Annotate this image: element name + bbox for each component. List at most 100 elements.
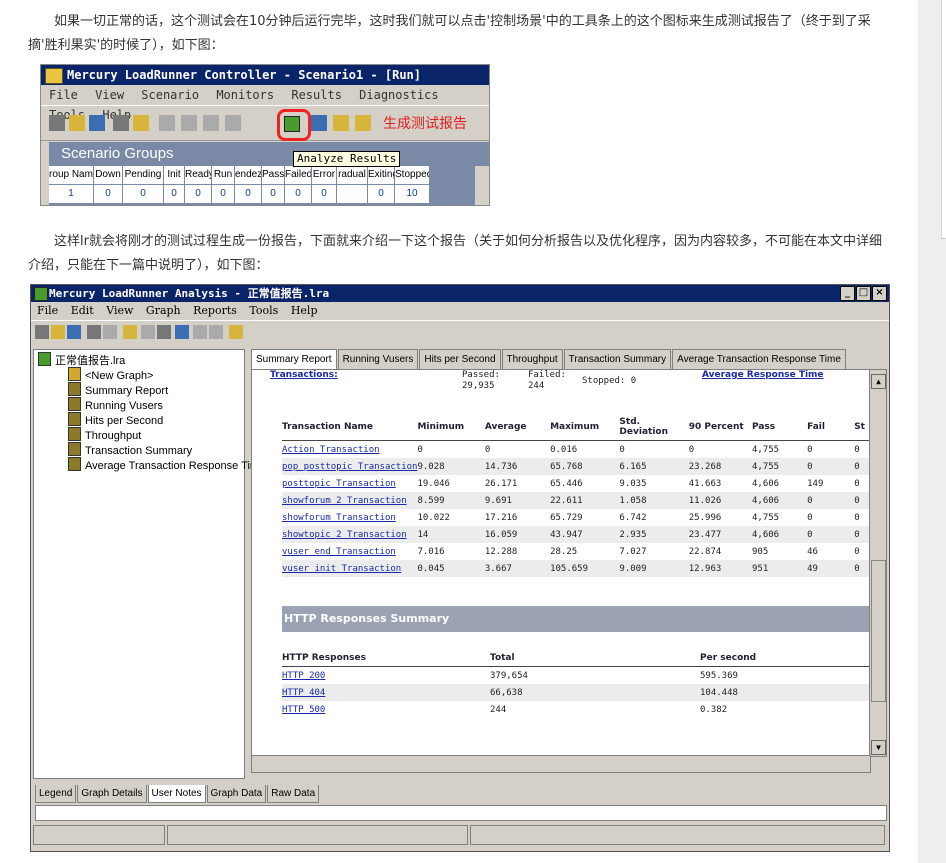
tab-transaction-summary[interactable]: Transaction Summary [563, 349, 672, 369]
export-icon[interactable] [355, 115, 371, 131]
tree-item-transaction-summary[interactable]: Transaction Summary [68, 442, 192, 457]
menu-scenario[interactable]: Scenario [141, 88, 199, 102]
menu-diagnostics[interactable]: Diagnostics [359, 88, 438, 102]
controller-screenshot: Mercury LoadRunner Controller - Scenario… [40, 64, 490, 206]
cell: 0 [417, 444, 423, 455]
cell: 0 [164, 184, 184, 203]
merge-graph-icon[interactable] [141, 325, 155, 339]
avg-response-time-link[interactable]: Average Response Time [702, 370, 824, 380]
open-folder-icon[interactable] [69, 115, 85, 131]
transaction-link[interactable]: pop_posttopic_Transaction [282, 462, 417, 472]
tab-raw-data[interactable]: Raw Data [267, 785, 320, 803]
menu-monitors[interactable]: Monitors [216, 88, 274, 102]
tab-running-vusers[interactable]: Running Vusers [337, 349, 419, 369]
scroll-down-icon[interactable]: ▼ [871, 740, 886, 755]
menu-view[interactable]: View [95, 88, 124, 102]
transaction-link[interactable]: showforum_Transaction [282, 513, 396, 523]
save-icon[interactable] [67, 325, 81, 339]
tab-legend[interactable]: Legend [35, 785, 77, 803]
col-header: Down [94, 166, 122, 184]
cell: 10.022 [417, 512, 450, 523]
scenario-groups-scrollbar[interactable] [475, 166, 489, 205]
vuser-run-icon[interactable] [159, 115, 175, 131]
transaction-link[interactable]: vuser_end_Transaction [282, 547, 396, 557]
graph-tabs: Summary Report Running Vusers Hits per S… [251, 349, 847, 369]
open-icon[interactable] [51, 325, 65, 339]
properties-icon[interactable] [157, 325, 171, 339]
page-scrollbar-thumb[interactable] [941, 0, 946, 239]
menu-file[interactable]: File [37, 304, 58, 317]
cell: 0 [807, 512, 813, 523]
tab-throughput[interactable]: Throughput [501, 349, 563, 369]
vuser-stop-icon[interactable] [181, 115, 197, 131]
vuser-kill-icon[interactable] [225, 115, 241, 131]
tree-item-new-graph[interactable]: <New Graph> [68, 367, 153, 382]
minimize-button[interactable]: _ [840, 286, 855, 301]
menu-reports[interactable]: Reports [193, 304, 237, 317]
menu-graph[interactable]: Graph [146, 304, 181, 317]
save-icon[interactable] [89, 115, 105, 131]
menu-file[interactable]: File [49, 88, 78, 102]
scroll-up-icon[interactable]: ▲ [871, 374, 886, 389]
cell: 0 [235, 184, 261, 203]
schedule-icon[interactable] [113, 115, 129, 131]
menu-view[interactable]: View [106, 304, 133, 317]
menu-results[interactable]: Results [291, 88, 342, 102]
transaction-link[interactable]: vuser_init_Transaction [282, 564, 401, 574]
transactions-link[interactable]: Transactions: [270, 370, 338, 380]
run-icon[interactable] [133, 115, 149, 131]
scroll-thumb[interactable] [871, 560, 886, 702]
new-graph-icon [68, 367, 81, 381]
tree-item-summary-report[interactable]: Summary Report [68, 382, 168, 397]
graph-icon[interactable] [333, 115, 349, 131]
tree-root[interactable]: 正常值报告.lra [38, 352, 125, 367]
menu-help[interactable]: Help [291, 304, 318, 317]
tab-summary-report[interactable]: Summary Report [251, 349, 337, 369]
add-graph-icon[interactable] [123, 325, 137, 339]
col-header: Transaction Name [282, 414, 418, 441]
tree-item-hits-per-second[interactable]: Hits per Second [68, 412, 163, 427]
filter-icon[interactable] [175, 325, 189, 339]
tab-avg-response-time[interactable]: Average Transaction Response Time [672, 349, 846, 369]
maximize-button[interactable]: □ [856, 286, 871, 301]
undo-icon[interactable] [193, 325, 207, 339]
menu-edit[interactable]: Edit [71, 304, 94, 317]
col-header: roup Nam [49, 166, 93, 184]
menu-tools[interactable]: Tools [249, 304, 278, 317]
transaction-link[interactable]: showtopic_2_Transaction [282, 530, 407, 540]
tab-hits-per-second[interactable]: Hits per Second [419, 349, 501, 369]
report-horizontal-scrollbar[interactable] [251, 755, 871, 773]
http-code-link[interactable]: HTTP_500 [282, 705, 325, 715]
new-icon[interactable] [35, 325, 49, 339]
vuser-reset-icon[interactable] [203, 115, 219, 131]
user-notes-field[interactable] [35, 805, 887, 821]
redo-icon[interactable] [209, 325, 223, 339]
tab-graph-data[interactable]: Graph Data [206, 785, 267, 803]
print-icon[interactable] [87, 325, 101, 339]
close-button[interactable]: × [872, 286, 887, 301]
http-code-link[interactable]: HTTP_200 [282, 671, 325, 681]
tab-graph-details[interactable]: Graph Details [77, 785, 147, 803]
tree-item-running-vusers[interactable]: Running Vusers [68, 397, 163, 412]
summary-report-view: Transactions: Passed: 29,935 Failed: 244… [251, 369, 871, 757]
cell: 104.448 [700, 684, 870, 701]
chart-icon[interactable] [311, 115, 327, 131]
transaction-link[interactable]: Action_Transaction [282, 445, 380, 455]
analyze-results-icon[interactable] [284, 116, 300, 132]
cell: 0 [807, 492, 855, 509]
tree-item-throughput[interactable]: Throughput [68, 427, 141, 442]
cell: 6.165 [619, 458, 689, 475]
report-vertical-scrollbar[interactable]: ▲ ▼ [869, 369, 887, 757]
funnel-icon[interactable] [229, 325, 243, 339]
col-header: Fail [807, 414, 855, 441]
transaction-link[interactable]: showforum_2_Transaction [282, 496, 407, 506]
http-code-link[interactable]: HTTP_404 [282, 688, 325, 698]
new-scenario-icon[interactable] [49, 115, 65, 131]
analysis-titlebar: Mercury LoadRunner Analysis - 正常值报告.lra … [31, 285, 889, 302]
tab-user-notes[interactable]: User Notes [147, 785, 206, 803]
print-preview-icon[interactable] [103, 325, 117, 339]
col-header: Init [164, 166, 184, 184]
tree-item-avg-response-time[interactable]: Average Transaction Response Time [68, 457, 265, 472]
controller-title: Mercury LoadRunner Controller - Scenario… [67, 68, 422, 82]
transaction-link[interactable]: posttopic_Transaction [282, 479, 396, 489]
